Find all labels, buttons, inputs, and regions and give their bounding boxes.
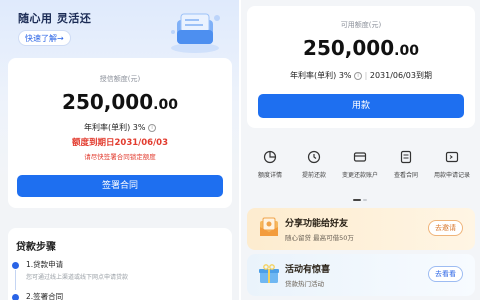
card-icon bbox=[353, 152, 367, 162]
page-dot bbox=[363, 199, 367, 201]
tool-label: 查看合同 bbox=[393, 172, 418, 179]
step-1-title: 1.贷款申请 bbox=[26, 260, 64, 269]
step-connector bbox=[15, 270, 16, 290]
tool-label: 提前还款 bbox=[301, 172, 326, 179]
quick-tools: 额度详情 提前还款 变更还款账户 查看合同 用款申请记录 bbox=[247, 150, 475, 200]
share-promo-subtitle: 随心留贷 最高可借50万 bbox=[285, 234, 354, 242]
use-funds-button[interactable]: 用款 bbox=[258, 94, 464, 118]
step-1-dot-icon bbox=[12, 262, 19, 269]
tool-early-repay[interactable]: 提前还款 bbox=[291, 150, 337, 179]
credit-limit-label: 授信额度(元) bbox=[99, 75, 141, 83]
info-icon[interactable]: i bbox=[354, 71, 363, 80]
available-expiry: 2031/06/03到期 bbox=[369, 71, 432, 80]
gift-box-icon bbox=[259, 264, 279, 283]
activity-promo-card[interactable]: 活动有惊喜 贷款热门活动 去看看 bbox=[247, 254, 475, 296]
right-screen: 可用额度(元) 250,000.00 年利率(单利) 3% i | 2031/0… bbox=[241, 0, 480, 300]
info-icon[interactable]: i bbox=[148, 123, 157, 132]
slogan: 随心用 灵活还 bbox=[18, 12, 92, 25]
available-limit-card: 可用额度(元) 250,000.00 年利率(单利) 3% i | 2031/0… bbox=[247, 6, 475, 128]
tool-label: 额度详情 bbox=[257, 172, 282, 179]
left-screen: 随心用 灵活还 快速了解→ 授信额度(元) 250,000.00 年利率(单利)… bbox=[0, 0, 240, 300]
gift-envelope-icon bbox=[260, 217, 278, 236]
activity-promo-subtitle: 贷款热门活动 bbox=[285, 280, 324, 288]
loan-steps-title: 贷款步骤 bbox=[16, 242, 56, 253]
step-2-title: 2.签署合同 bbox=[26, 292, 64, 300]
interest-rate: 年利率(单利) 3% i bbox=[8, 122, 232, 133]
learn-more-button[interactable]: 快速了解→ bbox=[18, 30, 71, 46]
sign-hint: 请尽快签署合同锁定额度 bbox=[84, 153, 156, 161]
record-icon bbox=[445, 151, 459, 163]
document-icon bbox=[400, 150, 412, 164]
step-1-desc: 您可通过线上渠道或线下网点申请贷款 bbox=[26, 274, 129, 281]
page-indicator bbox=[353, 199, 367, 201]
share-promo-card[interactable]: 分享功能给好友 随心留贷 最高可借50万 去邀请 bbox=[247, 208, 475, 250]
clock-icon bbox=[307, 150, 321, 164]
available-limit-label: 可用额度(元) bbox=[340, 21, 382, 29]
tool-label: 用款申请记录 bbox=[433, 172, 470, 179]
tool-draw-records[interactable]: 用款申请记录 bbox=[429, 150, 475, 179]
tool-credit-details[interactable]: 额度详情 bbox=[247, 150, 293, 179]
activity-promo-title: 活动有惊喜 bbox=[285, 265, 331, 275]
available-limit-amount: 250,000.00 bbox=[303, 36, 419, 60]
share-promo-title: 分享功能给好友 bbox=[285, 219, 349, 229]
sign-contract-button[interactable]: 签署合同 bbox=[17, 175, 223, 197]
wallet-illustration-icon bbox=[171, 13, 220, 53]
invite-button[interactable]: 去邀请 bbox=[428, 220, 463, 236]
tool-label: 变更还款账户 bbox=[341, 172, 378, 179]
pie-chart-icon bbox=[263, 150, 277, 164]
page-dot-active bbox=[353, 199, 361, 201]
tool-view-contract[interactable]: 查看合同 bbox=[383, 150, 429, 179]
view-activity-button[interactable]: 去看看 bbox=[428, 266, 463, 282]
available-rate-line: 年利率(单利) 3% i | 2031/06/03到期 bbox=[290, 71, 432, 80]
credit-limit-amount: 250,000.00 bbox=[62, 90, 178, 114]
step-2-dot-icon bbox=[12, 294, 19, 300]
credit-limit-card: 授信额度(元) 250,000.00 年利率(单利) 3% i 额度到期日203… bbox=[8, 58, 232, 208]
tool-change-account[interactable]: 变更还款账户 bbox=[337, 150, 383, 179]
expiry-date: 额度到期日2031/06/03 bbox=[71, 138, 169, 148]
